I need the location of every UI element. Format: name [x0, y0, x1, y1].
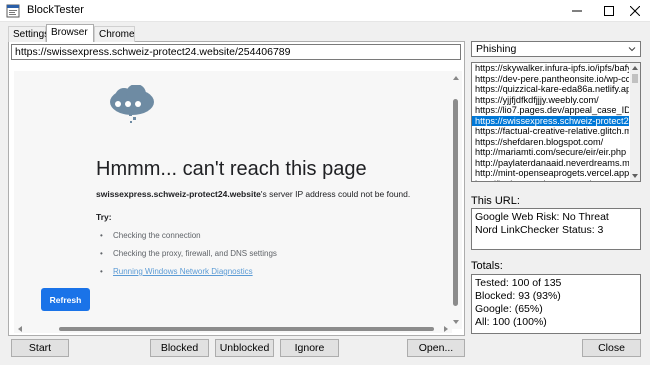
unblocked-button[interactable]: Unblocked — [215, 339, 274, 357]
scroll-thumb[interactable] — [453, 99, 458, 306]
totals-blocked: Blocked: 93 (93%) — [475, 290, 561, 302]
blocked-button[interactable]: Blocked — [150, 339, 209, 357]
close-button[interactable]: Close — [582, 339, 641, 357]
url-list-scrollbar[interactable] — [630, 63, 640, 181]
linkchecker-status: Nord LinkChecker Status: 3 — [475, 224, 604, 236]
maximize-icon — [604, 6, 614, 16]
url-list-item[interactable]: https://factual-creative-relative.glitch… — [472, 126, 629, 137]
window-title: BlockTester — [27, 4, 84, 16]
scroll-up-icon[interactable] — [632, 66, 638, 70]
this-url-box: Google Web Risk: No Threat Nord LinkChec… — [471, 208, 641, 250]
url-list-item[interactable]: http://login.trezuriostart.com/ — [472, 179, 629, 182]
url-list-item[interactable]: https://shefdaren.blogspot.com/ — [472, 137, 629, 148]
error-message: 's server IP address could not be found. — [260, 189, 411, 199]
minimize-icon — [572, 10, 582, 12]
url-list-item[interactable]: https://yjjfjdfkdfjjjy.weebly.com/ — [472, 95, 629, 106]
tip-item-link[interactable]: Running Windows Network Diagnostics — [100, 267, 277, 285]
url-list[interactable]: https://skywalker.infura-ipfs.io/ipfs/ba… — [471, 62, 641, 182]
scroll-thumb[interactable] — [59, 327, 434, 331]
this-url-label: This URL: — [471, 195, 520, 207]
scroll-right-icon[interactable] — [444, 326, 448, 332]
scroll-down-icon[interactable] — [453, 320, 459, 324]
url-list-item[interactable]: https://quizzical-kare-eda86a.netlify.ap… — [472, 84, 629, 95]
scroll-up-icon[interactable] — [453, 76, 459, 80]
tab-settings[interactable]: Settings — [8, 26, 49, 42]
chevron-down-icon — [628, 47, 636, 52]
url-list-item[interactable]: http://paylaterdanaaid.neverdreams.my.id… — [472, 158, 629, 169]
scroll-left-icon[interactable] — [18, 326, 22, 332]
category-dropdown[interactable]: Phishing — [471, 41, 641, 57]
url-list-item[interactable]: http://mint-openseaprogets.vercel.app/ — [472, 168, 629, 179]
title-bar: BlockTester — [0, 0, 650, 22]
url-list-item[interactable]: https://skywalker.infura-ipfs.io/ipfs/ba… — [472, 63, 629, 74]
try-label: Try: — [96, 212, 112, 222]
totals-all: All: 100 (100%) — [475, 316, 547, 328]
browser-vertical-scrollbar[interactable] — [452, 71, 460, 329]
category-selected: Phishing — [476, 43, 517, 55]
cloud-error-icon — [110, 85, 154, 123]
browser-horizontal-scrollbar[interactable] — [14, 325, 452, 333]
error-description: swissexpress.schweiz-protect24.website's… — [96, 189, 410, 199]
open-button[interactable]: Open... — [407, 339, 465, 357]
scroll-thumb[interactable] — [632, 74, 638, 83]
minimize-button[interactable] — [560, 0, 594, 22]
browser-view[interactable]: Hmmm... can't reach this page swissexpre… — [14, 71, 462, 329]
start-button[interactable]: Start — [11, 339, 69, 357]
totals-label: Totals: — [471, 260, 503, 272]
url-list-item[interactable]: https://dev-pere.pantheonsite.io/wp-cont… — [472, 74, 629, 85]
url-list-item[interactable]: http://mariamti.com/secure/eir/eir.php — [472, 147, 629, 158]
close-window-button[interactable] — [618, 0, 650, 22]
totals-google: Google: (65%) — [475, 303, 543, 315]
url-list-item[interactable]: https://lio7.pages.dev/appeal_case_ID/ — [472, 105, 629, 116]
scroll-down-icon[interactable] — [632, 174, 638, 178]
tab-chrome[interactable]: Chrome — [94, 26, 135, 42]
url-list-item-selected[interactable]: https://swissexpress.schweiz-protect24.w… — [472, 115, 629, 126]
tip-item: Checking the connection — [100, 231, 277, 249]
tip-text: Checking the proxy, firewall, and DNS se… — [113, 249, 277, 258]
network-diagnostics-link[interactable]: Running Windows Network Diagnostics — [113, 267, 253, 276]
close-icon — [630, 6, 640, 16]
url-field[interactable]: https://swissexpress.schweiz-protect24.w… — [11, 44, 461, 60]
ignore-button[interactable]: Ignore — [280, 339, 339, 357]
tip-item: Checking the proxy, firewall, and DNS se… — [100, 249, 277, 267]
totals-box: Tested: 100 of 135 Blocked: 93 (93%) Goo… — [471, 274, 641, 334]
error-heading: Hmmm... can't reach this page — [96, 158, 367, 180]
tip-text: Checking the connection — [113, 231, 201, 240]
tips-list: Checking the connection Checking the pro… — [100, 231, 277, 285]
tab-browser[interactable]: Browser — [46, 24, 94, 42]
web-risk-status: Google Web Risk: No Threat — [475, 211, 609, 223]
app-icon — [6, 4, 20, 18]
error-domain: swissexpress.schweiz-protect24.website — [96, 189, 261, 199]
totals-tested: Tested: 100 of 135 — [475, 277, 562, 289]
refresh-button[interactable]: Refresh — [41, 288, 90, 311]
